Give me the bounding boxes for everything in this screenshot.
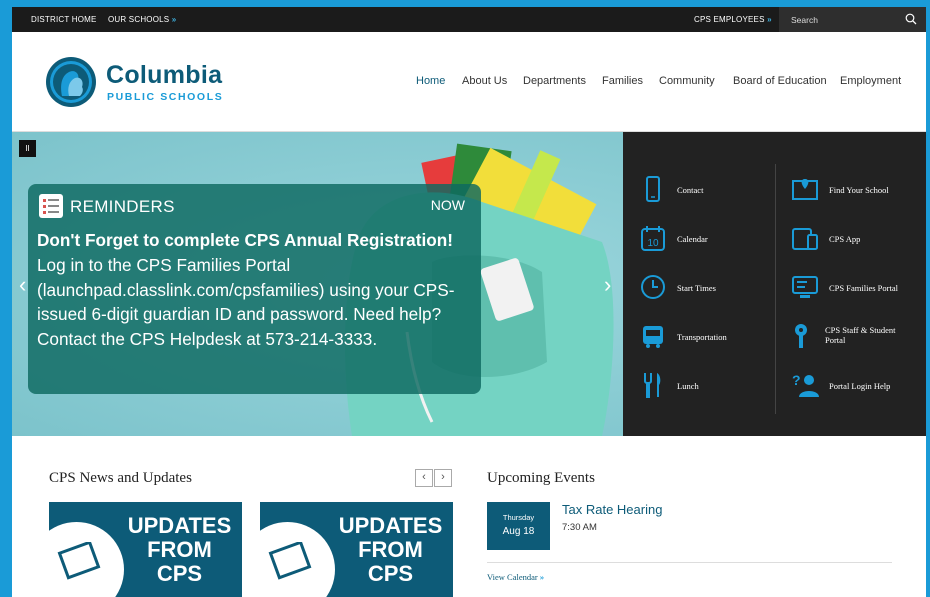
nav-community[interactable]: Community (659, 75, 715, 87)
reminder-now-badge: NOW (430, 197, 465, 213)
event-time: 7:30 AM (562, 522, 597, 533)
quicklink-label: Start Times (677, 283, 716, 293)
chevron-icon: » (171, 15, 177, 24)
site-header: Columbia PUBLIC SCHOOLS Home About Us De… (12, 32, 926, 132)
map-icon (792, 179, 818, 200)
chevron-icon: » (539, 572, 545, 582)
slider-next-button[interactable]: › (604, 272, 611, 298)
newspaper-icon (57, 542, 101, 580)
help-user-icon: ? (792, 372, 819, 397)
portal-icon (792, 276, 818, 298)
hero-slider: II ‹ › REMINDERS NOW Don't Forget to com… (12, 132, 623, 436)
nav-board-of-education[interactable]: Board of Education (733, 75, 827, 87)
fork-knife-icon (644, 373, 661, 398)
our-schools-label: OUR SCHOOLS (108, 15, 170, 24)
phone-icon (646, 176, 660, 202)
events-section-title: Upcoming Events (487, 470, 595, 486)
our-schools-link[interactable]: OUR SCHOOLS » (108, 15, 176, 24)
search-box (779, 7, 926, 32)
search-input[interactable] (791, 13, 891, 26)
view-calendar-label: View Calendar (487, 572, 538, 582)
reminder-body: Don't Forget to complete CPS Annual Regi… (37, 228, 467, 352)
bus-icon (643, 326, 663, 348)
quicklink-label: Transportation (677, 332, 727, 342)
nav-departments[interactable]: Departments (523, 75, 586, 87)
utility-bar: DISTRICT HOME OUR SCHOOLS » CPS EMPLOYEE… (12, 7, 926, 32)
event-date-badge: Thursday Aug 18 (487, 502, 550, 550)
quick-links-divider (775, 164, 776, 414)
logo-title[interactable]: Columbia (106, 61, 222, 90)
event-day: Thursday (502, 513, 535, 522)
district-home-link[interactable]: DISTRICT HOME (31, 15, 97, 24)
quicklink-label: CPS Families Portal (829, 283, 898, 293)
slider-prev-button[interactable]: ‹ (19, 272, 26, 298)
quicklink-label: CPS Staff & Student Portal (825, 325, 896, 345)
clock-icon (641, 275, 665, 299)
news-prev-button[interactable]: ‹ (415, 469, 433, 487)
devices-icon (792, 228, 818, 250)
nav-home[interactable]: Home (416, 75, 445, 87)
quicklink-label: Portal Login Help (829, 381, 891, 391)
logo-subtitle: PUBLIC SCHOOLS (107, 91, 224, 103)
news-next-button[interactable]: › (434, 469, 452, 487)
quicklink-label: CPS App (829, 234, 861, 244)
newspaper-icon (268, 542, 312, 580)
nav-families[interactable]: Families (602, 75, 643, 87)
page-frame: DISTRICT HOME OUR SCHOOLS » CPS EMPLOYEE… (12, 7, 926, 597)
logo-seal-icon[interactable] (45, 56, 97, 108)
checklist-icon (39, 194, 63, 218)
quicklink-label: Contact (677, 185, 704, 195)
reminder-heading: REMINDERS (70, 197, 175, 216)
news-tile[interactable]: UPDATES FROM CPS (260, 502, 453, 597)
news-tile[interactable]: UPDATES FROM CPS (49, 502, 242, 597)
pause-button[interactable]: II (19, 140, 36, 157)
events-divider (487, 562, 892, 563)
news-section-title: CPS News and Updates (49, 470, 192, 486)
calendar-icon: 10 (641, 226, 665, 251)
svg-text:?: ? (792, 372, 801, 388)
view-calendar-link[interactable]: View Calendar » (487, 572, 544, 582)
event-title-link[interactable]: Tax Rate Hearing (562, 502, 662, 517)
quicklink-label: Calendar (677, 234, 708, 244)
nav-employment[interactable]: Employment (840, 75, 901, 87)
reminder-text: Log in to the CPS Families Portal (launc… (37, 254, 455, 350)
news-tile-text: UPDATES FROM CPS (338, 513, 443, 586)
quick-links-panel: Contact Find Your School 10 Calendar CPS… (623, 132, 926, 436)
svg-text:10: 10 (647, 238, 659, 249)
chevron-icon: » (767, 15, 772, 24)
cps-employees-label: CPS EMPLOYEES (694, 15, 765, 24)
cps-employees-link[interactable]: CPS EMPLOYEES » (694, 15, 772, 24)
key-icon (795, 324, 807, 348)
news-tile-text: UPDATES FROM CPS (127, 513, 232, 586)
reminder-bold-text: Don't Forget to complete CPS Annual Regi… (37, 230, 453, 250)
search-icon[interactable] (905, 13, 917, 25)
event-date: Aug 18 (502, 526, 535, 537)
reminder-card[interactable]: REMINDERS NOW Don't Forget to complete C… (28, 184, 481, 394)
nav-about-us[interactable]: About Us (462, 75, 507, 87)
quicklink-label: Lunch (677, 381, 699, 391)
quicklink-label: Find Your School (829, 185, 889, 195)
